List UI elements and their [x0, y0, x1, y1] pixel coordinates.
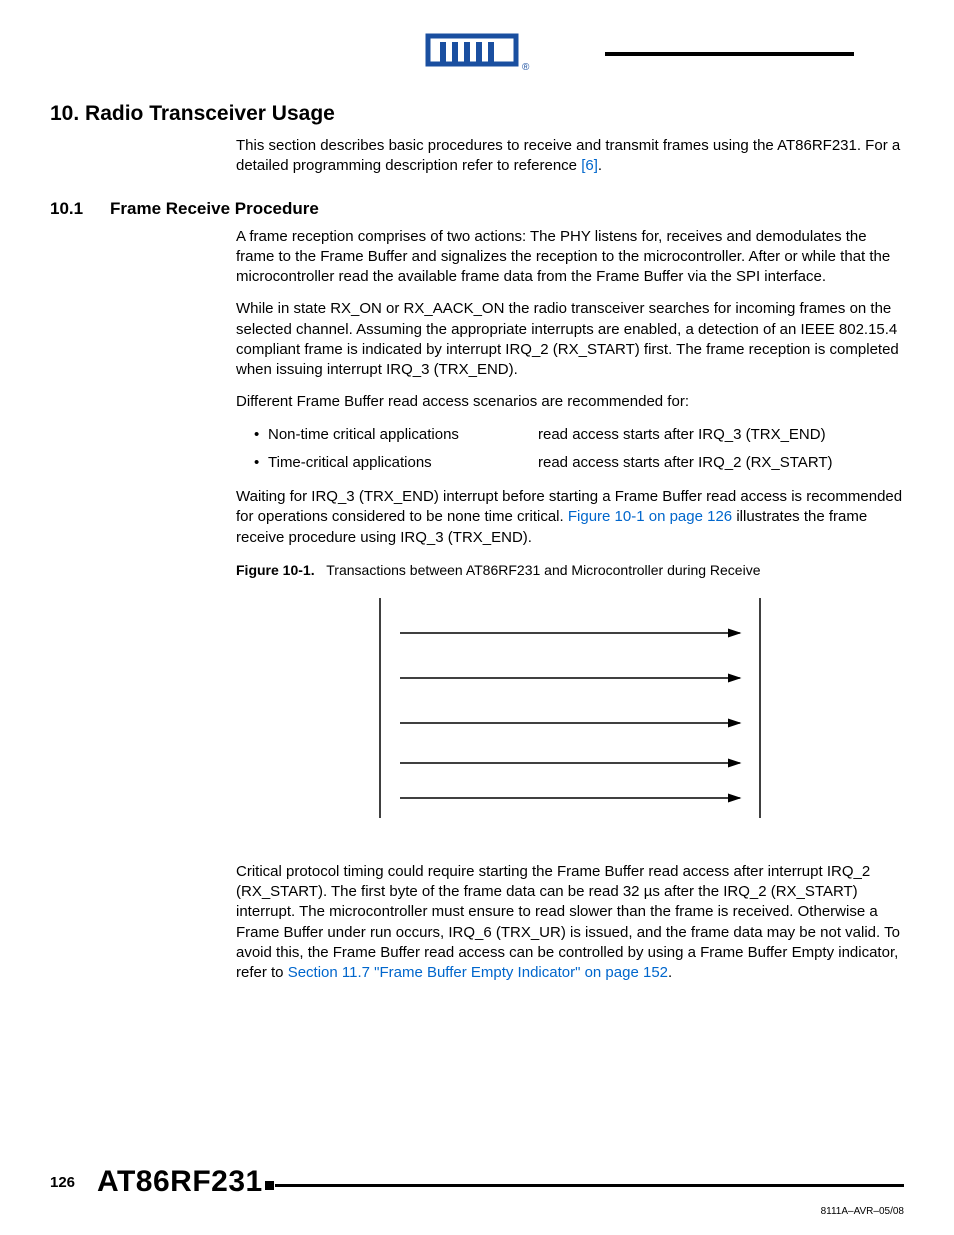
paragraph-4: Waiting for IRQ_3 (TRX_END) interrupt be… — [236, 487, 904, 548]
section-ref-link[interactable]: Section 11.7 "Frame Buffer Empty Indicat… — [288, 964, 668, 981]
header-logo-area: ® — [50, 30, 904, 74]
page-number: 126 — [50, 1174, 75, 1191]
header-rule — [605, 52, 854, 56]
atmel-logo: ® — [422, 30, 532, 74]
figure-label: Figure 10-1. — [236, 562, 315, 578]
figure-ref-link[interactable]: Figure 10-1 on page 126 — [568, 508, 732, 525]
list-item: • Time-critical applications read access… — [254, 453, 904, 473]
paragraph-3: Different Frame Buffer read access scena… — [236, 392, 904, 412]
subsection-title: Frame Receive Procedure — [110, 199, 319, 219]
bullet-list: • Non-time critical applications read ac… — [254, 425, 904, 474]
bullet-icon: • — [254, 453, 268, 473]
document-id: 8111A–AVR–05/08 — [821, 1206, 904, 1217]
paragraph-2: While in state RX_ON or RX_AACK_ON the r… — [236, 299, 904, 380]
figure-caption-text: Transactions between AT86RF231 and Micro… — [326, 562, 760, 578]
subsection-heading: 10.1 Frame Receive Procedure — [50, 199, 904, 219]
page-footer: 126 AT86RF231 — [50, 1165, 904, 1199]
reference-link-6[interactable]: [6] — [581, 157, 598, 174]
paragraph-1: A frame reception comprises of two actio… — [236, 227, 904, 288]
list-item: • Non-time critical applications read ac… — [254, 425, 904, 445]
bullet-left: Time-critical applications — [268, 453, 538, 473]
bullet-icon: • — [254, 425, 268, 445]
subsection-number: 10.1 — [50, 199, 110, 219]
section-heading: 10. Radio Transceiver Usage — [50, 102, 904, 126]
section-number: 10. — [50, 102, 79, 125]
section-intro: This section describes basic procedures … — [236, 136, 904, 177]
bullet-left: Non-time critical applications — [268, 425, 538, 445]
footer-product: AT86RF231 — [97, 1165, 263, 1199]
paragraph-5: Critical protocol timing could require s… — [236, 862, 904, 984]
bullet-right: read access starts after IRQ_2 (RX_START… — [538, 453, 904, 473]
figure-10-1 — [236, 588, 904, 848]
bullet-right: read access starts after IRQ_3 (TRX_END) — [538, 425, 904, 445]
svg-text:®: ® — [522, 62, 530, 73]
footer-rule — [275, 1184, 904, 1187]
section-title-text: Radio Transceiver Usage — [85, 102, 335, 125]
figure-caption: Figure 10-1. Transactions between AT86RF… — [236, 562, 904, 578]
